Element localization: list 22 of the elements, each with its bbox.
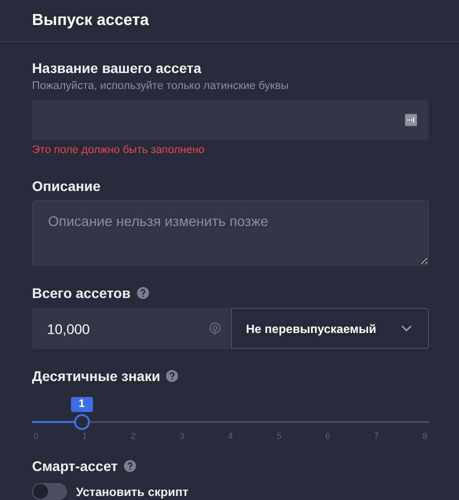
help-icon[interactable]	[166, 370, 178, 382]
amount-field[interactable]: 10,000	[32, 308, 231, 349]
field-label: Всего ассетов	[32, 285, 131, 301]
amount-value: 10,000	[47, 320, 90, 336]
field-label: Смарт-ассет	[32, 458, 118, 474]
reissue-dropdown[interactable]: Не перевыпускаемый	[231, 308, 429, 349]
page-title: Выпуск ассета	[32, 12, 149, 30]
error-message: Это поле должно быть заполнено	[32, 144, 206, 156]
slider-thumb[interactable]	[74, 414, 90, 430]
toggle-label: Установить скрипт	[76, 484, 188, 498]
help-icon[interactable]	[136, 287, 149, 299]
field-hint: Пожалуйста, используйте только латинские буквы	[32, 80, 290, 92]
help-icon[interactable]	[124, 460, 136, 472]
field-label: Десятичные знаки	[32, 368, 160, 384]
toggle-switch[interactable]	[32, 483, 67, 500]
slider-value: 1	[70, 397, 93, 412]
password-manager-icon[interactable]	[405, 114, 417, 126]
field-label: Описание	[32, 178, 102, 194]
description-field[interactable]: Описание нельзя изменить позже	[32, 200, 429, 266]
field-label: Название вашего ассета	[32, 60, 202, 76]
input-field[interactable]	[32, 100, 429, 140]
chevron-down-icon	[401, 325, 412, 332]
